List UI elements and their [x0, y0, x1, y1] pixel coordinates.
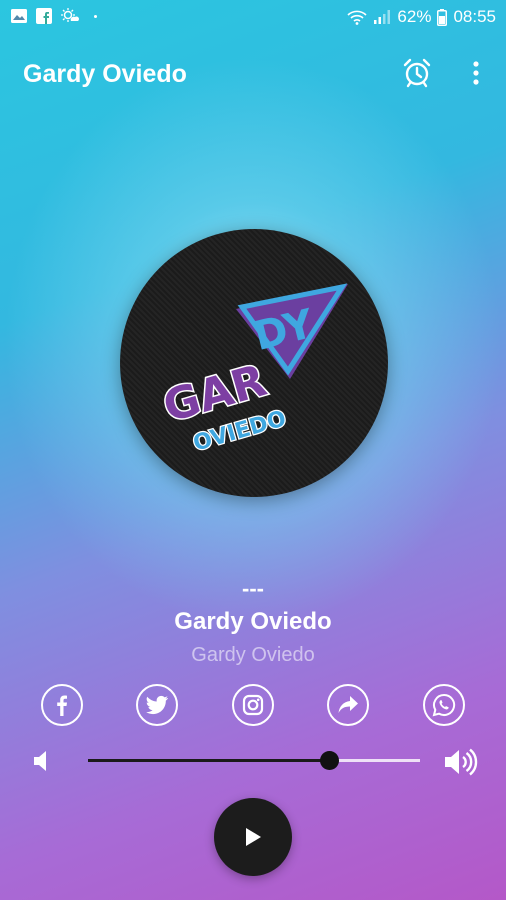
- alarm-button[interactable]: [400, 56, 434, 90]
- more-options-button[interactable]: [462, 56, 490, 90]
- volume-row: [0, 744, 506, 778]
- share-icon: [338, 696, 358, 713]
- weather-icon: [61, 8, 79, 22]
- facebook-icon: [36, 8, 52, 24]
- play-icon: [246, 828, 261, 846]
- instagram-button[interactable]: [232, 684, 274, 726]
- volume-slider-remaining: [330, 759, 420, 762]
- signal-icon: [374, 10, 391, 24]
- more-icon: [473, 61, 479, 85]
- station-name: Gardy Oviedo: [174, 608, 332, 635]
- volume-slider-thumb[interactable]: [320, 751, 339, 770]
- facebook-icon: [57, 695, 67, 716]
- volume-slider-filled: [88, 759, 330, 762]
- clock: 08:55: [453, 7, 496, 26]
- twitter-icon: [146, 695, 168, 715]
- play-button[interactable]: [214, 798, 292, 876]
- volume-low-icon: [34, 751, 46, 771]
- volume-slider[interactable]: [88, 751, 420, 770]
- social-bar: [0, 684, 506, 730]
- facebook-button[interactable]: [41, 684, 83, 726]
- track-title: ---: [242, 576, 264, 601]
- gardy-oviedo-logo: DY GAR OVIEDO: [156, 283, 348, 458]
- battery-percent: 62%: [397, 7, 432, 26]
- gallery-icon: [11, 9, 27, 23]
- app-bar: Gardy Oviedo: [0, 44, 506, 106]
- app-title: Gardy Oviedo: [23, 60, 187, 88]
- station-logo: DY GAR OVIEDO: [120, 229, 388, 497]
- artist-name: Gardy Oviedo: [191, 644, 315, 666]
- alarm-icon: [403, 58, 431, 88]
- share-button[interactable]: [327, 684, 369, 726]
- dot-icon: [94, 14, 97, 18]
- battery-icon: [437, 8, 448, 26]
- whatsapp-button[interactable]: [423, 684, 465, 726]
- status-bar: 62% 08:55: [0, 0, 506, 36]
- volume-high-icon: [445, 748, 478, 776]
- whatsapp-icon: [432, 693, 456, 717]
- twitter-button[interactable]: [136, 684, 178, 726]
- wifi-icon: [347, 10, 367, 25]
- instagram-icon: [242, 694, 264, 716]
